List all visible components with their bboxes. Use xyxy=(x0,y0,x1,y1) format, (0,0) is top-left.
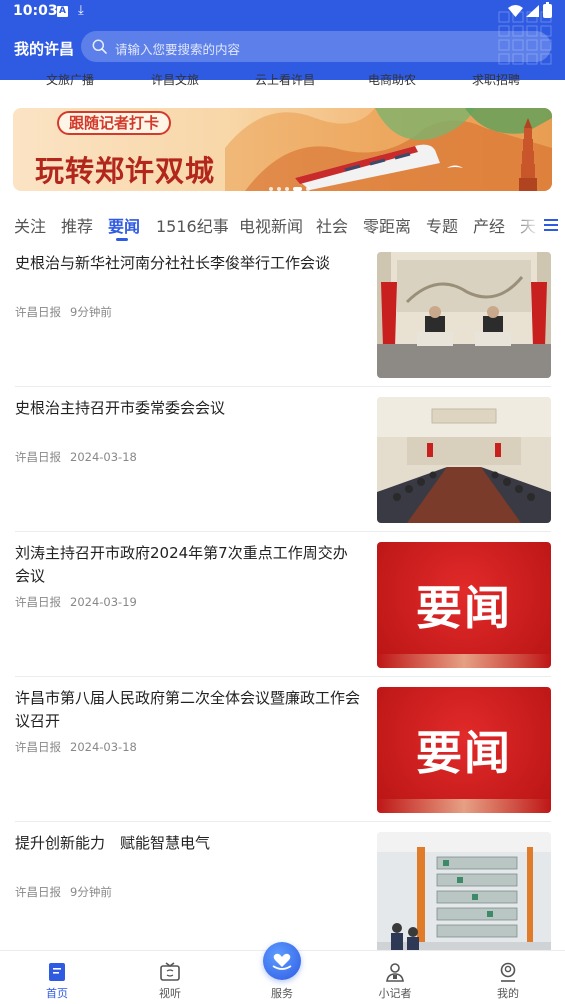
nav-av[interactable]: 视听 xyxy=(140,951,200,1004)
news-thumbnail-conference-photo xyxy=(377,397,551,523)
active-tab-indicator xyxy=(116,238,128,241)
tab-zero-distance[interactable]: 零距离 xyxy=(363,213,411,237)
bottom-nav: 首页 视听 服务 小记者 我的 xyxy=(0,942,565,1004)
news-item[interactable]: 许昌市第八届人民政府第二次全体会议暨廉政工作会议召开 许昌日报 2024-03-1… xyxy=(15,679,551,824)
news-source: 许昌日报 xyxy=(15,450,61,464)
reporter-icon xyxy=(386,963,404,982)
search-bar[interactable]: 请输入您要搜索的内容 xyxy=(81,31,551,62)
banner-title: 玩转郑许双城 xyxy=(35,154,216,188)
news-item[interactable]: 史根治主持召开市委常委会会议 许昌日报 2024-03-18 xyxy=(15,389,551,534)
news-item[interactable]: 刘涛主持召开市政府2024年第7次重点工作周交办会议 许昌日报 2024-03-1… xyxy=(15,534,551,679)
nav-home[interactable]: 首页 xyxy=(27,951,87,1004)
app-screen: 10:03 A ⤓ 我的许昌 请输入您要搜索的内容 文旅广播 许昌文旅 云上看许… xyxy=(0,0,565,1004)
home-icon xyxy=(49,963,65,981)
download-icon: ⤓ xyxy=(78,3,84,18)
news-thumbnail-factory-photo xyxy=(377,832,551,950)
tab-society[interactable]: 社会 xyxy=(316,213,348,237)
banner-tag: 跟随记者打卡 xyxy=(57,111,172,135)
channel-menu-icon[interactable] xyxy=(544,219,558,231)
news-list: 史根治与新华社河南分社社长李俊举行工作会谈 许昌日报 9分钟前 史根治主持召开市… xyxy=(0,244,565,950)
news-source: 许昌日报 xyxy=(15,595,61,609)
nav-label: 首页 xyxy=(46,987,68,1000)
quick-links-row: 文旅广播 许昌文旅 云上看许昌 电商助农 求职招聘 xyxy=(0,70,565,90)
tab-topics[interactable]: 专题 xyxy=(426,213,458,237)
nav-service[interactable]: 服务 xyxy=(252,951,312,1004)
news-headline: 刘涛主持召开市政府2024年第7次重点工作周交办会议 xyxy=(15,544,348,585)
tab-follow[interactable]: 关注 xyxy=(14,213,46,237)
news-time: 9分钟前 xyxy=(70,885,112,899)
nav-label: 视听 xyxy=(159,987,181,1000)
news-item[interactable]: 提升创新能力 赋能智慧电气 许昌日报 9分钟前 xyxy=(15,824,551,950)
quick-link[interactable]: 云上看许昌 xyxy=(255,71,315,88)
nav-label: 小记者 xyxy=(378,987,412,1000)
news-thumbnail-yaowen-card: 要闻 xyxy=(377,542,551,668)
search-placeholder: 请输入您要搜索的内容 xyxy=(115,42,241,57)
news-time: 2024-03-18 xyxy=(70,740,137,754)
news-time: 9分钟前 xyxy=(70,305,112,319)
news-source: 许昌日报 xyxy=(15,740,61,754)
news-item[interactable]: 史根治与新华社河南分社社长李俊举行工作会谈 许昌日报 9分钟前 xyxy=(15,244,551,389)
profile-icon xyxy=(500,962,516,982)
news-thumbnail-yaowen-card: 要闻 xyxy=(377,687,551,813)
tab-recommend[interactable]: 推荐 xyxy=(61,213,93,237)
status-bar: 10:03 A ⤓ xyxy=(0,0,565,24)
notification-app-icon: A xyxy=(57,6,68,17)
news-meta: 许昌日报 2024-03-19 xyxy=(15,594,137,610)
tab-headlines[interactable]: 要闻 xyxy=(108,213,140,237)
promo-banner[interactable]: 跟随记者打卡 玩转郑许双城 xyxy=(13,108,552,191)
news-time: 2024-03-18 xyxy=(70,450,137,464)
carousel-indicator xyxy=(269,178,314,191)
news-meta: 许昌日报 9分钟前 xyxy=(15,304,112,320)
tab-1516[interactable]: 1516纪事 xyxy=(156,213,229,237)
status-time: 10:03 xyxy=(13,3,58,19)
news-meta: 许昌日报 2024-03-18 xyxy=(15,449,137,465)
nav-label: 服务 xyxy=(271,987,293,1000)
quick-link[interactable]: 电商助农 xyxy=(368,71,416,88)
tab-tv-news[interactable]: 电视新闻 xyxy=(239,213,303,237)
tab-industry[interactable]: 产经 xyxy=(473,213,505,237)
thumbnail-label: 要闻 xyxy=(416,726,512,780)
news-meta: 许昌日报 9分钟前 xyxy=(15,884,112,900)
search-icon xyxy=(92,39,107,54)
nav-reporter[interactable]: 小记者 xyxy=(365,951,425,1004)
news-source: 许昌日报 xyxy=(15,305,61,319)
nav-profile[interactable]: 我的 xyxy=(478,951,538,1004)
app-title: 我的许昌 xyxy=(14,40,75,58)
quick-link[interactable]: 许昌文旅 xyxy=(151,71,199,88)
news-headline: 史根治主持召开市委常委会会议 xyxy=(15,399,226,417)
news-meta: 许昌日报 2024-03-18 xyxy=(15,739,137,755)
channel-tabs: 关注 推荐 要闻 1516纪事 电视新闻 社会 零距离 专题 产经 天下 xyxy=(0,208,565,242)
news-source: 许昌日报 xyxy=(15,885,61,899)
quick-link[interactable]: 求职招聘 xyxy=(472,71,520,88)
decorative-grid xyxy=(498,11,552,65)
thumbnail-label: 要闻 xyxy=(416,581,512,635)
news-time: 2024-03-19 xyxy=(70,595,137,609)
tv-icon xyxy=(160,962,180,981)
news-thumbnail-meeting-photo xyxy=(377,252,551,378)
news-headline: 史根治与新华社河南分社社长李俊举行工作会谈 xyxy=(15,254,331,272)
news-headline: 许昌市第八届人民政府第二次全体会议暨廉政工作会议召开 xyxy=(15,689,361,730)
nav-label: 我的 xyxy=(497,987,519,1000)
quick-link[interactable]: 文旅广播 xyxy=(46,71,94,88)
top-bar: 10:03 A ⤓ 我的许昌 请输入您要搜索的内容 xyxy=(0,0,565,80)
news-headline: 提升创新能力 赋能智慧电气 xyxy=(15,834,211,852)
